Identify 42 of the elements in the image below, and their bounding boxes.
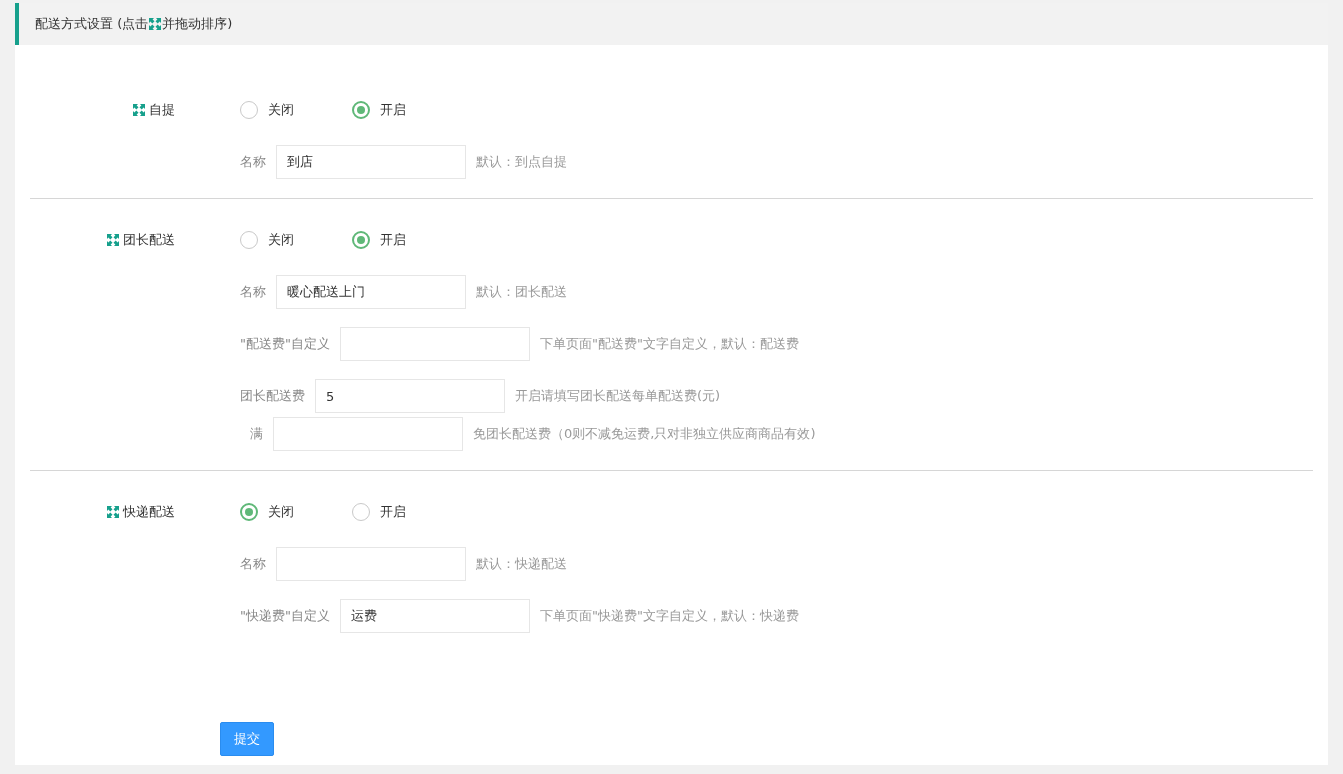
input-field[interactable]: 暖心配送上门 (276, 275, 466, 309)
field-hint: 默认：快递配送 (476, 555, 567, 573)
radio-label[interactable]: 关闭 (268, 231, 294, 249)
field-hint: 默认：团长配送 (476, 283, 567, 301)
input-field[interactable] (276, 547, 466, 581)
field-label: "快递费"自定义 (240, 607, 330, 625)
radio-button[interactable] (352, 503, 370, 521)
panel-title: 配送方式设置 (点击 (35, 15, 149, 33)
input-field[interactable] (339, 327, 530, 361)
radio-label[interactable]: 关闭 (268, 503, 294, 521)
field-hint: 开启请填写团长配送每单配送费(元) (515, 387, 721, 405)
field-hint: 下单页面"配送费"文字自定义，默认：配送费 (539, 335, 799, 353)
radio-label[interactable]: 开启 (380, 101, 406, 119)
radio-label[interactable]: 关闭 (268, 101, 294, 119)
move-icon[interactable] (107, 506, 119, 518)
radio-label[interactable]: 开启 (380, 503, 406, 521)
field-label: 满 (250, 425, 263, 443)
move-icon[interactable] (133, 104, 145, 116)
radio-button[interactable] (240, 101, 258, 119)
input-field[interactable]: 5 (315, 379, 505, 413)
field-hint: 下单页面"快递费"文字自定义，默认：快递费 (539, 607, 799, 625)
field-label: 名称 (240, 555, 266, 573)
move-icon (149, 18, 162, 30)
radio-button[interactable] (352, 231, 370, 249)
radio-button[interactable] (352, 101, 370, 119)
section-label: 自提 (149, 101, 175, 119)
move-icon[interactable] (107, 234, 119, 246)
section-label: 快递配送 (123, 503, 175, 521)
field-label: 名称 (240, 283, 266, 301)
input-field[interactable]: 运费 (339, 599, 530, 633)
radio-label[interactable]: 开启 (380, 231, 406, 249)
field-label: 名称 (240, 153, 266, 171)
panel-title: 并拖动排序) (162, 15, 233, 33)
section-label: 团长配送 (123, 231, 175, 249)
radio-button[interactable] (240, 231, 258, 249)
input-field[interactable] (273, 417, 463, 451)
field-label: 团长配送费 (240, 387, 305, 405)
field-hint: 免团长配送费（0则不减免运费,只对非独立供应商商品有效) (473, 425, 816, 443)
field-hint: 默认：到点自提 (476, 153, 567, 171)
radio-button[interactable] (240, 503, 258, 521)
field-label: "配送费"自定义 (240, 335, 330, 353)
input-field[interactable]: 到店 (276, 145, 466, 179)
